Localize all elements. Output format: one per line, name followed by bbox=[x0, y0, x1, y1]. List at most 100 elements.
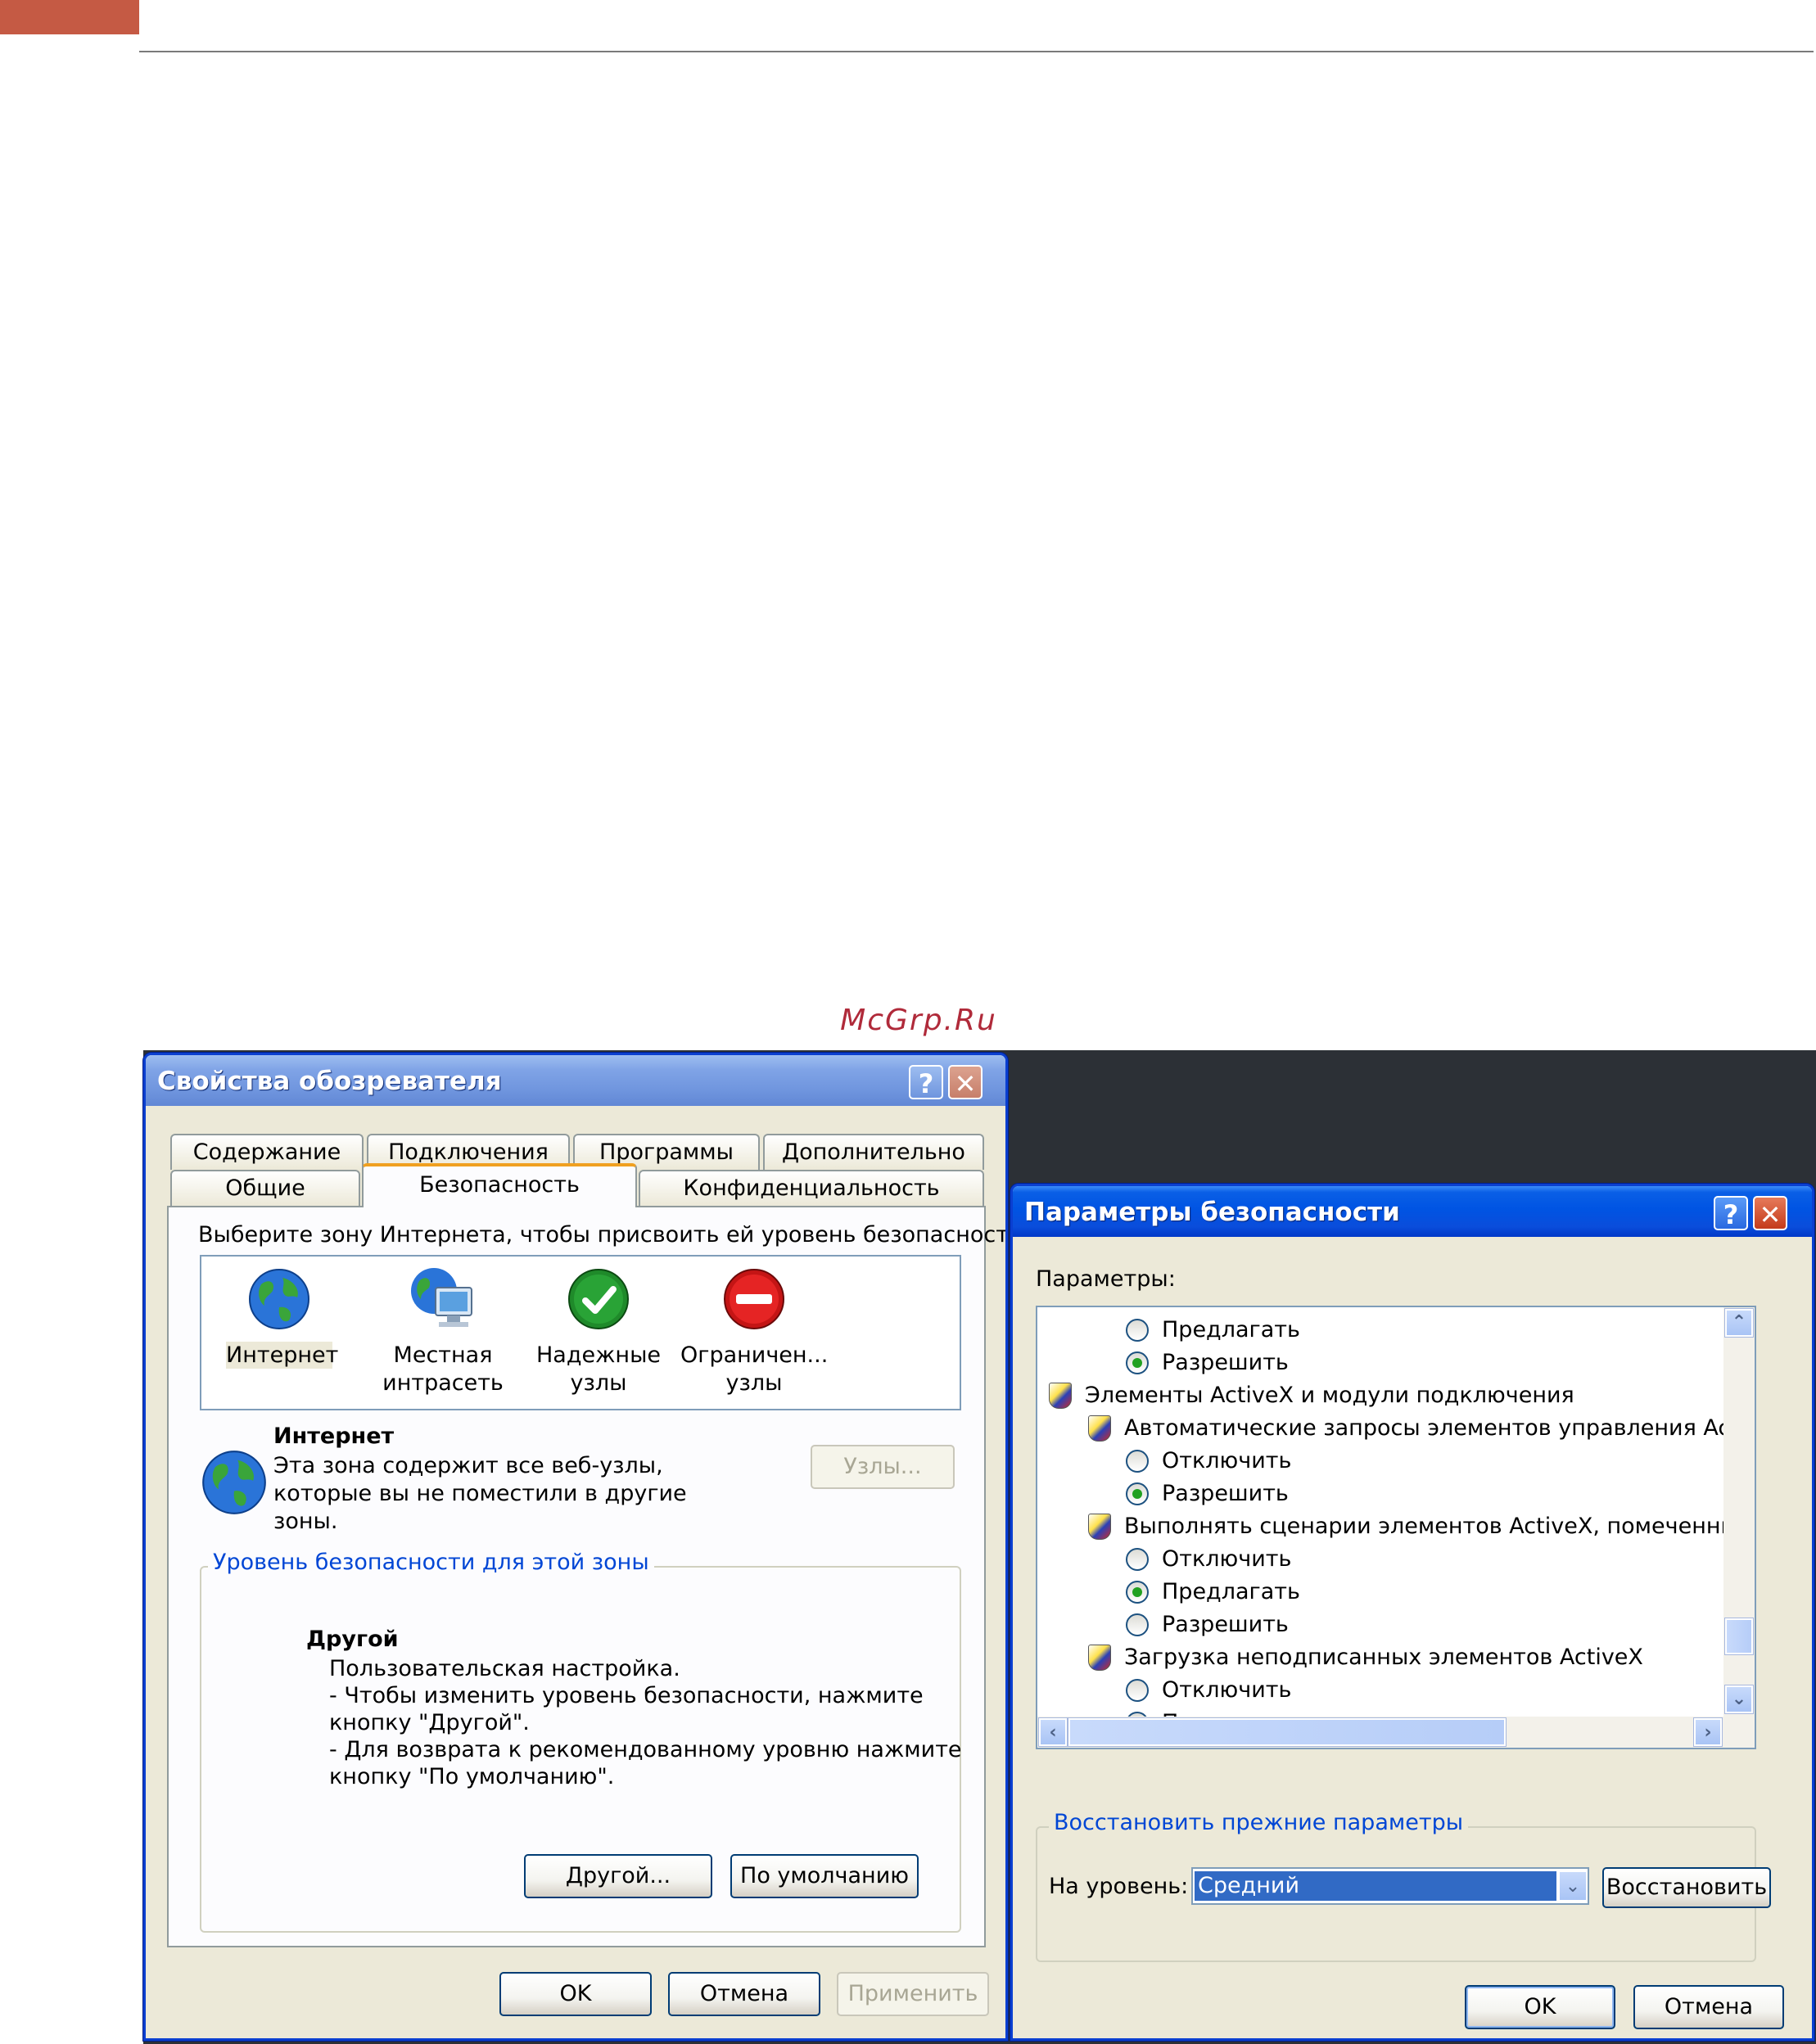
option-label: Отключить bbox=[1162, 1677, 1292, 1703]
option-label: Отключить bbox=[1162, 1546, 1292, 1572]
zone-intranet[interactable]: Местная интрасеть bbox=[373, 1263, 513, 1402]
level-line: - Чтобы изменить уровень безопасности, н… bbox=[329, 1683, 924, 1708]
close-icon: ✕ bbox=[954, 1068, 977, 1099]
level-select[interactable]: Средний ⌄ bbox=[1191, 1867, 1589, 1905]
radio-button[interactable] bbox=[1126, 1351, 1149, 1374]
setting-label: Автоматические запросы элементов управле… bbox=[1124, 1415, 1756, 1441]
selected-zone-name: Интернет bbox=[273, 1424, 395, 1449]
ok-button[interactable]: OK bbox=[1465, 1985, 1615, 2029]
list-item[interactable]: Отключить bbox=[1037, 1674, 1741, 1707]
scroll-thumb[interactable] bbox=[1068, 1718, 1506, 1746]
level-line: - Для возврата к рекомендованному уровню… bbox=[329, 1737, 962, 1762]
tab-privacy[interactable]: Конфиденциальность bbox=[639, 1170, 984, 1206]
tab-general[interactable]: Общие bbox=[170, 1170, 360, 1206]
scroll-left-button[interactable]: ‹ bbox=[1039, 1718, 1067, 1746]
radio-button[interactable] bbox=[1126, 1450, 1149, 1473]
list-item[interactable]: Разрешить bbox=[1037, 1347, 1741, 1379]
restore-group-label: Восстановить прежние параметры bbox=[1049, 1810, 1469, 1835]
help-icon: ? bbox=[918, 1068, 934, 1099]
tab-advanced[interactable]: Дополнительно bbox=[763, 1134, 984, 1170]
settings-shield-icon bbox=[1049, 1383, 1072, 1409]
radio-button[interactable] bbox=[1126, 1548, 1149, 1571]
list-item[interactable]: Предлагать bbox=[1037, 1314, 1741, 1347]
zone-label: узлы bbox=[570, 1370, 627, 1396]
dropdown-button[interactable]: ⌄ bbox=[1558, 1870, 1588, 1902]
list-item[interactable]: Элементы ActiveX и модули подключения bbox=[1037, 1379, 1741, 1412]
list-item[interactable]: Отключить bbox=[1037, 1445, 1741, 1478]
globe-icon bbox=[249, 1269, 309, 1329]
option-label: Разрешить bbox=[1162, 1481, 1289, 1506]
zone-trusted[interactable]: Надежные узлы bbox=[529, 1263, 668, 1402]
window-title: Свойства обозревателя bbox=[157, 1067, 502, 1096]
help-button[interactable]: ? bbox=[909, 1065, 943, 1099]
option-label: Разрешить bbox=[1162, 1350, 1289, 1375]
zone-restricted[interactable]: Ограничен... узлы bbox=[680, 1263, 828, 1402]
vertical-scrollbar[interactable] bbox=[1723, 1307, 1755, 1717]
cancel-button[interactable]: Отмена bbox=[668, 1972, 820, 2016]
level-line: кнопку "По умолчанию". bbox=[329, 1764, 615, 1789]
settings-shield-icon bbox=[1088, 1415, 1111, 1442]
zone-label: Местная bbox=[393, 1342, 493, 1368]
default-level-button[interactable]: По умолчанию bbox=[730, 1854, 919, 1898]
scroll-down-button[interactable]: ⌄ bbox=[1725, 1685, 1753, 1713]
tab-security[interactable]: Безопасность bbox=[362, 1163, 637, 1207]
sites-button[interactable]: Узлы... bbox=[811, 1445, 955, 1489]
title-bar[interactable]: Параметры безопасности ? ✕ bbox=[1013, 1186, 1812, 1237]
settings-shield-icon bbox=[1088, 1514, 1111, 1540]
list-item[interactable]: Автоматические запросы элементов управле… bbox=[1037, 1412, 1755, 1445]
header-accent-block bbox=[0, 0, 139, 34]
close-button[interactable]: ✕ bbox=[948, 1065, 983, 1099]
apply-button[interactable]: Применить bbox=[837, 1972, 989, 2016]
internet-options-window: Свойства обозревателя ? ✕ Содержание Под… bbox=[143, 1053, 1008, 2041]
level-line: Пользовательская настройка. bbox=[329, 1656, 680, 1681]
close-button[interactable]: ✕ bbox=[1753, 1196, 1787, 1230]
title-bar[interactable]: Свойства обозревателя ? ✕ bbox=[146, 1055, 1005, 1106]
chevron-up-icon: ⌃ bbox=[1731, 1312, 1747, 1333]
option-label: Разрешить bbox=[1162, 1612, 1289, 1637]
header-rule bbox=[139, 51, 1814, 52]
radio-button[interactable] bbox=[1126, 1581, 1149, 1604]
radio-button[interactable] bbox=[1126, 1679, 1149, 1702]
list-item[interactable]: Разрешить bbox=[1037, 1609, 1741, 1641]
list-item[interactable]: Отключить bbox=[1037, 1543, 1741, 1576]
help-icon: ? bbox=[1723, 1199, 1739, 1230]
zone-label: Интернет bbox=[226, 1342, 339, 1369]
restore-button[interactable]: Восстановить bbox=[1602, 1867, 1771, 1908]
scroll-thumb[interactable] bbox=[1725, 1618, 1753, 1654]
level-select-value: Средний bbox=[1195, 1871, 1556, 1901]
chevron-right-icon: › bbox=[1704, 1722, 1712, 1743]
option-label: Предлагать bbox=[1162, 1579, 1300, 1604]
custom-level-button[interactable]: Другой... bbox=[524, 1854, 712, 1898]
list-item[interactable]: Загрузка неподписанных элементов ActiveX bbox=[1037, 1641, 1741, 1674]
list-item[interactable]: Предлагать bbox=[1037, 1576, 1741, 1609]
zone-internet[interactable]: Интернет bbox=[226, 1263, 339, 1402]
security-level-group-label: Уровень безопасности для этой зоны bbox=[208, 1550, 654, 1575]
radio-button[interactable] bbox=[1126, 1482, 1149, 1505]
zone-list[interactable]: Интернет Местная интрасеть Надежные узлы… bbox=[200, 1255, 961, 1410]
radio-button[interactable] bbox=[1126, 1319, 1149, 1342]
group-label: Элементы ActiveX и модули подключения bbox=[1085, 1383, 1574, 1408]
list-item[interactable]: Разрешить bbox=[1037, 1478, 1741, 1510]
scroll-right-button[interactable]: › bbox=[1694, 1718, 1722, 1746]
cancel-button[interactable]: Отмена bbox=[1633, 1985, 1784, 2029]
radio-button[interactable] bbox=[1126, 1613, 1149, 1636]
list-item[interactable]: Выполнять сценарии элементов ActiveX, по… bbox=[1037, 1510, 1755, 1543]
help-button[interactable]: ? bbox=[1714, 1196, 1748, 1230]
setting-label: Загрузка неподписанных элементов ActiveX bbox=[1124, 1645, 1643, 1670]
close-icon: ✕ bbox=[1759, 1199, 1782, 1230]
settings-list[interactable]: Предлагать Разрешить Элементы ActiveX и … bbox=[1036, 1306, 1756, 1749]
zone-label: Ограничен... bbox=[680, 1342, 829, 1368]
chevron-left-icon: ‹ bbox=[1049, 1722, 1057, 1743]
selected-zone-desc: Эта зона содержит все веб-узлы, bbox=[273, 1453, 663, 1478]
window-title: Параметры безопасности bbox=[1024, 1198, 1400, 1227]
restricted-icon bbox=[724, 1269, 784, 1329]
watermark: McGrp.Ru bbox=[840, 1004, 997, 1037]
tab-content[interactable]: Содержание bbox=[170, 1134, 364, 1170]
ok-button[interactable]: OK bbox=[499, 1972, 652, 2016]
zone-label: Надежные bbox=[535, 1342, 662, 1368]
settings-shield-icon bbox=[1088, 1645, 1111, 1671]
globe-icon bbox=[202, 1451, 266, 1514]
scroll-up-button[interactable]: ⌃ bbox=[1725, 1309, 1753, 1337]
chevron-down-icon: ⌄ bbox=[1565, 1876, 1581, 1897]
zone-label: узлы bbox=[725, 1370, 783, 1396]
